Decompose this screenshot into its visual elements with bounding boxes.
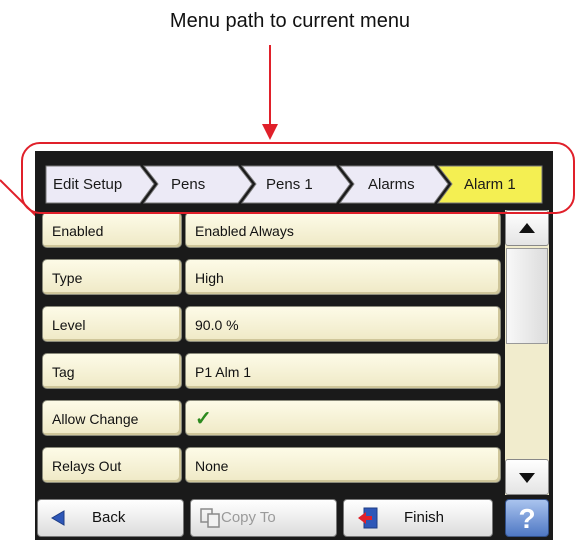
breadcrumb-alarm-1-current[interactable]: Alarm 1: [436, 164, 544, 205]
row-label: Type: [42, 259, 182, 295]
triangle-up-icon: [519, 223, 535, 233]
back-arrow-icon: [51, 510, 65, 526]
breadcrumb-label: Pens 1: [266, 176, 313, 193]
copy-to-button[interactable]: Copy To: [190, 499, 337, 537]
row-allow-change: Allow Change ✓: [42, 400, 502, 438]
copy-icon: [200, 508, 220, 528]
breadcrumb-pens[interactable]: Pens: [142, 164, 254, 205]
row-value-allow-change[interactable]: ✓: [185, 400, 501, 436]
breadcrumb-label: Pens: [171, 176, 206, 193]
scroll-down-button[interactable]: [505, 459, 549, 495]
row-label: Allow Change: [42, 400, 182, 436]
row-type: Type High: [42, 259, 502, 297]
row-enabled: Enabled Enabled Always: [42, 212, 502, 250]
row-level: Level 90.0 %: [42, 306, 502, 344]
scrollbar-thumb[interactable]: [506, 248, 548, 344]
row-tag: Tag P1 Alm 1: [42, 353, 502, 391]
back-button-label: Back: [92, 509, 126, 526]
row-label: Tag: [42, 353, 182, 389]
row-value-level[interactable]: 90.0 %: [185, 306, 501, 342]
finish-button-label: Finish: [404, 509, 445, 526]
finish-button[interactable]: Finish: [343, 499, 493, 537]
exit-door-icon: [358, 507, 378, 529]
breadcrumb-label: Edit Setup: [53, 176, 123, 193]
breadcrumb-pens-1[interactable]: Pens 1: [240, 164, 352, 205]
annotation-title: Menu path to current menu: [169, 10, 411, 32]
help-button[interactable]: ?: [505, 499, 549, 537]
scroll-up-button[interactable]: [505, 210, 549, 246]
check-icon: ✓: [195, 408, 212, 430]
row-value-tag[interactable]: P1 Alm 1: [185, 353, 501, 389]
row-value-enabled[interactable]: Enabled Always: [185, 212, 501, 248]
row-value-relays-out[interactable]: None: [185, 447, 501, 483]
row-label: Level: [42, 306, 182, 342]
device-screen: Edit Setup Pens Pens 1 Alarms Alarm 1 En…: [35, 151, 553, 540]
row-label: Relays Out: [42, 447, 182, 483]
scrollbar[interactable]: [505, 210, 549, 495]
triangle-down-icon: [519, 473, 535, 483]
breadcrumb-label: Alarm 1: [464, 176, 516, 193]
breadcrumb-edit-setup[interactable]: Edit Setup: [44, 164, 156, 205]
copy-to-button-label: Copy To: [221, 509, 276, 526]
row-value-type[interactable]: High: [185, 259, 501, 295]
back-button[interactable]: Back: [37, 499, 184, 537]
row-relays-out: Relays Out None: [42, 447, 502, 485]
breadcrumb-alarms[interactable]: Alarms: [338, 164, 450, 205]
breadcrumb-label: Alarms: [368, 176, 415, 193]
row-label: Enabled: [42, 212, 182, 248]
breadcrumb: Edit Setup Pens Pens 1 Alarms Alarm 1: [44, 164, 544, 205]
